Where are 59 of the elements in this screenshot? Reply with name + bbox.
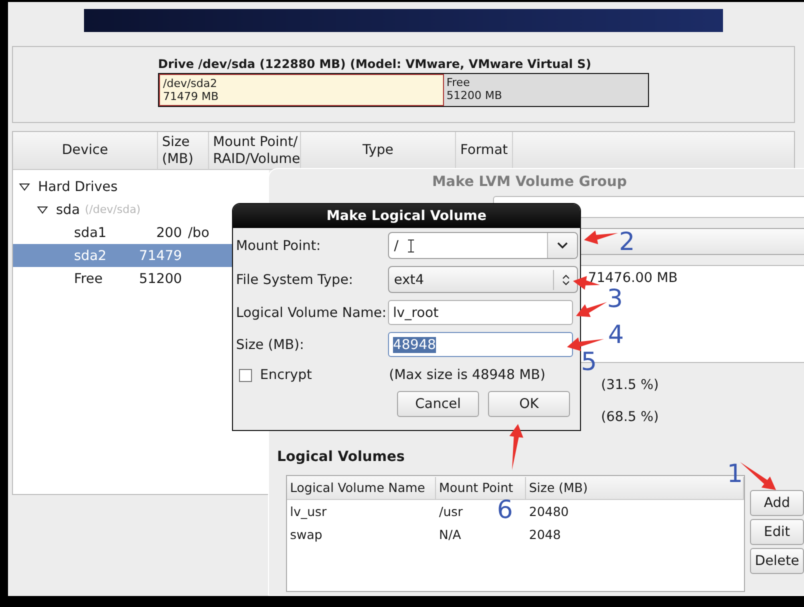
- mount-cell: /bo: [188, 224, 210, 240]
- field-label: Size (MB):: [236, 336, 305, 352]
- device-name: sda2: [74, 248, 108, 264]
- percentage-text: (68.5 %): [601, 409, 660, 427]
- device-name: sda1: [74, 224, 108, 240]
- percentage-text: (31.5 %): [601, 377, 660, 395]
- encrypt-checkbox[interactable]: Encrypt: [239, 367, 389, 383]
- arrow-annotation: [740, 462, 776, 490]
- up-down-icon: [562, 274, 570, 286]
- table-cell: swap: [290, 527, 322, 542]
- size-cell-text: 200: [155, 224, 182, 240]
- chevron-down-icon[interactable]: [557, 242, 568, 249]
- section-heading: Logical Volumes: [277, 449, 406, 465]
- extent-reading: 71476.00 MB: [588, 270, 678, 286]
- table-cell: /usr: [439, 504, 463, 519]
- table-cell: N/A: [439, 527, 462, 542]
- dialog-title: Make LVM Volume Group: [432, 174, 627, 190]
- dialog-title: Make Logical Volume: [233, 204, 580, 228]
- column-header[interactable]: Size (MB): [158, 132, 209, 169]
- column-header[interactable]: Device: [13, 132, 158, 169]
- mount-point-combo[interactable]: /: [388, 232, 578, 259]
- step-number: 4: [608, 320, 624, 349]
- table-cell: 20480: [529, 504, 569, 519]
- ok-button[interactable]: OK: [488, 391, 570, 417]
- arrow-annotation: [509, 424, 524, 470]
- expanded-icon[interactable]: [19, 182, 30, 190]
- edit-button[interactable]: Edit: [750, 519, 804, 545]
- device-name: Hard Drives: [38, 178, 118, 194]
- partition-segment[interactable]: Free 51200 MB: [444, 74, 648, 106]
- text-field[interactable]: lv_root: [388, 300, 573, 325]
- column-header[interactable]: Logical Volume Name: [287, 476, 436, 498]
- cancel-button[interactable]: Cancel: [397, 391, 479, 417]
- arrow-annotation: [584, 230, 618, 244]
- expanded-icon[interactable]: [37, 206, 48, 214]
- step-number: 3: [607, 284, 623, 313]
- add-button[interactable]: Add: [750, 490, 804, 516]
- delete-button[interactable]: Delete: [750, 548, 804, 574]
- table-cell: lv_usr: [290, 504, 327, 519]
- arrow-annotation: [576, 302, 607, 317]
- field-label: File System Type:: [236, 272, 354, 288]
- checkbox-icon[interactable]: [239, 368, 252, 382]
- device-name: sda: [56, 202, 80, 218]
- partition-segment[interactable]: /dev/sda2 71479 MB: [159, 74, 444, 106]
- arrow-annotation: [567, 337, 604, 352]
- size-cell-text: 51200: [138, 270, 182, 286]
- size-cell-text: 71479: [138, 248, 182, 264]
- max-size-note: (Max size is 48948 MB): [389, 367, 546, 383]
- text-field[interactable]: 48948: [388, 332, 573, 357]
- file-system-select[interactable]: ext4: [388, 266, 578, 293]
- step-number: 5: [581, 347, 597, 376]
- device-path: (/dev/sda): [84, 203, 141, 216]
- drive-title: Drive /dev/sda (122880 MB) (Model: VMware, VMware Virtual S): [158, 57, 592, 71]
- tree-row[interactable]: Hard Drives: [13, 175, 269, 198]
- field-label: Logical Volume Name:: [236, 304, 388, 320]
- device-name: Free: [74, 270, 104, 286]
- column-header[interactable]: Mount Point: [436, 476, 526, 498]
- step-number: 2: [619, 227, 635, 256]
- table-cell: 2048: [529, 527, 561, 542]
- text-cursor-icon: [406, 238, 415, 252]
